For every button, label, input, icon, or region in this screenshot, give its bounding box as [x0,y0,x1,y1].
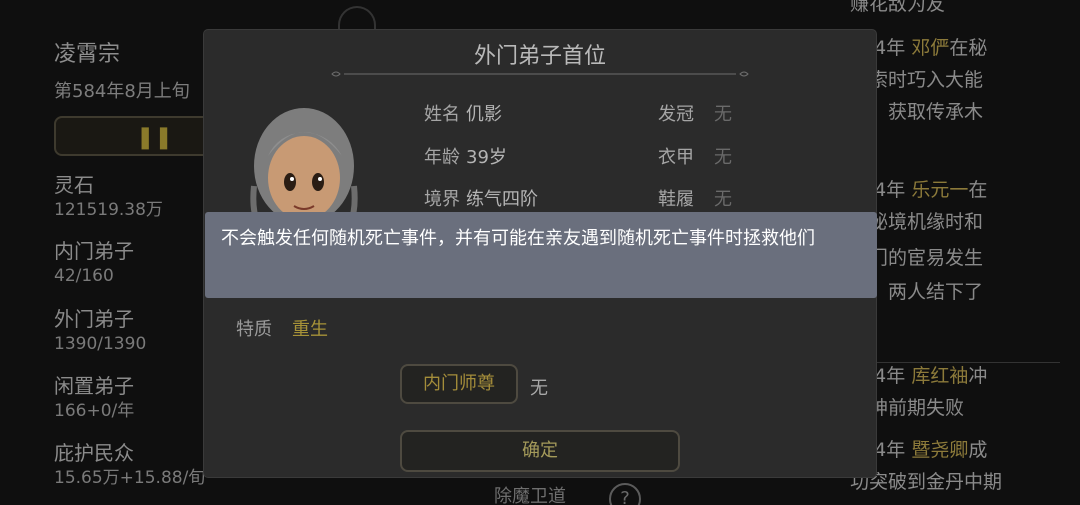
age-label: 年龄 [424,147,460,168]
name-label: 姓名 [424,104,460,125]
armor-label: 衣甲 [658,147,694,168]
pause-icon[interactable]: ❚❚ [136,125,173,150]
stat-outer-disciples: 外门弟子 1390/1390 [54,306,146,356]
stat-value: 1390/1390 [54,334,147,354]
log-line: 成 [968,439,988,461]
help-icon[interactable]: ? [609,483,641,505]
stat-label: 闲置弟子 [54,374,134,398]
field-realm: 境界 练气四阶 [424,185,538,211]
shoe-label: 鞋履 [658,189,694,210]
equip-shoes[interactable]: 鞋履无 [658,185,732,211]
stat-idle-disciples: 闲置弟子 166+0/年 [54,373,134,423]
stat-protected-people: 庇护民众 15.65万+15.88/旬 [54,440,205,490]
stat-value: 166+0/年 [54,401,135,421]
stat-spirit-stones: 灵石 121519.38万 [54,172,163,222]
hair-value: 无 [714,104,732,125]
trait-tooltip: 不会触发任何随机死亡事件，并有可能在亲友遇到随机死亡事件时拯救他们 [205,212,877,298]
stat-label: 外门弟子 [54,307,134,331]
log-line: 冲 [968,365,988,387]
equip-hair[interactable]: 发冠无 [658,100,732,126]
event-log: 赚花敌为友 584年 邓俨在秘 探索时巧入大能 府，获取传承木 通 584年 乐… [850,0,1080,505]
armor-value: 无 [714,147,732,168]
inner-master-value: 无 [530,378,548,399]
stat-value: 121519.38万 [54,200,163,220]
sect-name: 凌霄宗 [54,42,121,67]
field-age: 年龄 39岁 [424,143,507,169]
log-line: 在秘 [949,37,988,59]
trait-row: 特质 重生 [236,315,328,341]
shoe-value: 无 [714,189,732,210]
log-name: 邓俨 [911,37,950,59]
stat-value: 15.65万+15.88/旬 [54,468,206,488]
top-arch-icon [338,6,376,30]
hair-label: 发冠 [658,104,694,125]
stat-label: 庇护民众 [54,441,134,465]
trait-label: 特质 [236,319,272,340]
equip-armor[interactable]: 衣甲无 [658,143,732,169]
age-value: 39岁 [466,147,507,168]
bottom-nav-label[interactable]: 除魔卫道 [494,482,566,505]
stat-label: 内门弟子 [54,239,134,263]
field-name: 姓名 仉影 [424,100,502,126]
log-line: 在 [968,179,988,201]
realm-value: 练气四阶 [466,189,538,210]
name-value: 仉影 [466,104,502,125]
trait-value[interactable]: 重生 [292,319,328,340]
realm-label: 境界 [424,189,460,210]
log-name: 库红袖 [911,365,969,387]
title-divider-ornament [331,71,749,77]
log-entry-cut: 赚花敌为友 [850,0,946,15]
dialog-title: 外门弟子首位 [473,44,606,69]
inner-master-button[interactable]: 内门师尊 [400,364,518,404]
log-name: 暨尧卿 [911,439,969,461]
stat-label: 灵石 [54,173,94,197]
confirm-button[interactable]: 确定 [400,430,680,472]
game-date: 第584年8月上旬 [54,81,190,102]
stat-value: 42/160 [54,266,114,286]
log-name: 乐元一 [911,179,969,201]
stat-inner-disciples: 内门弟子 42/160 [54,238,134,288]
